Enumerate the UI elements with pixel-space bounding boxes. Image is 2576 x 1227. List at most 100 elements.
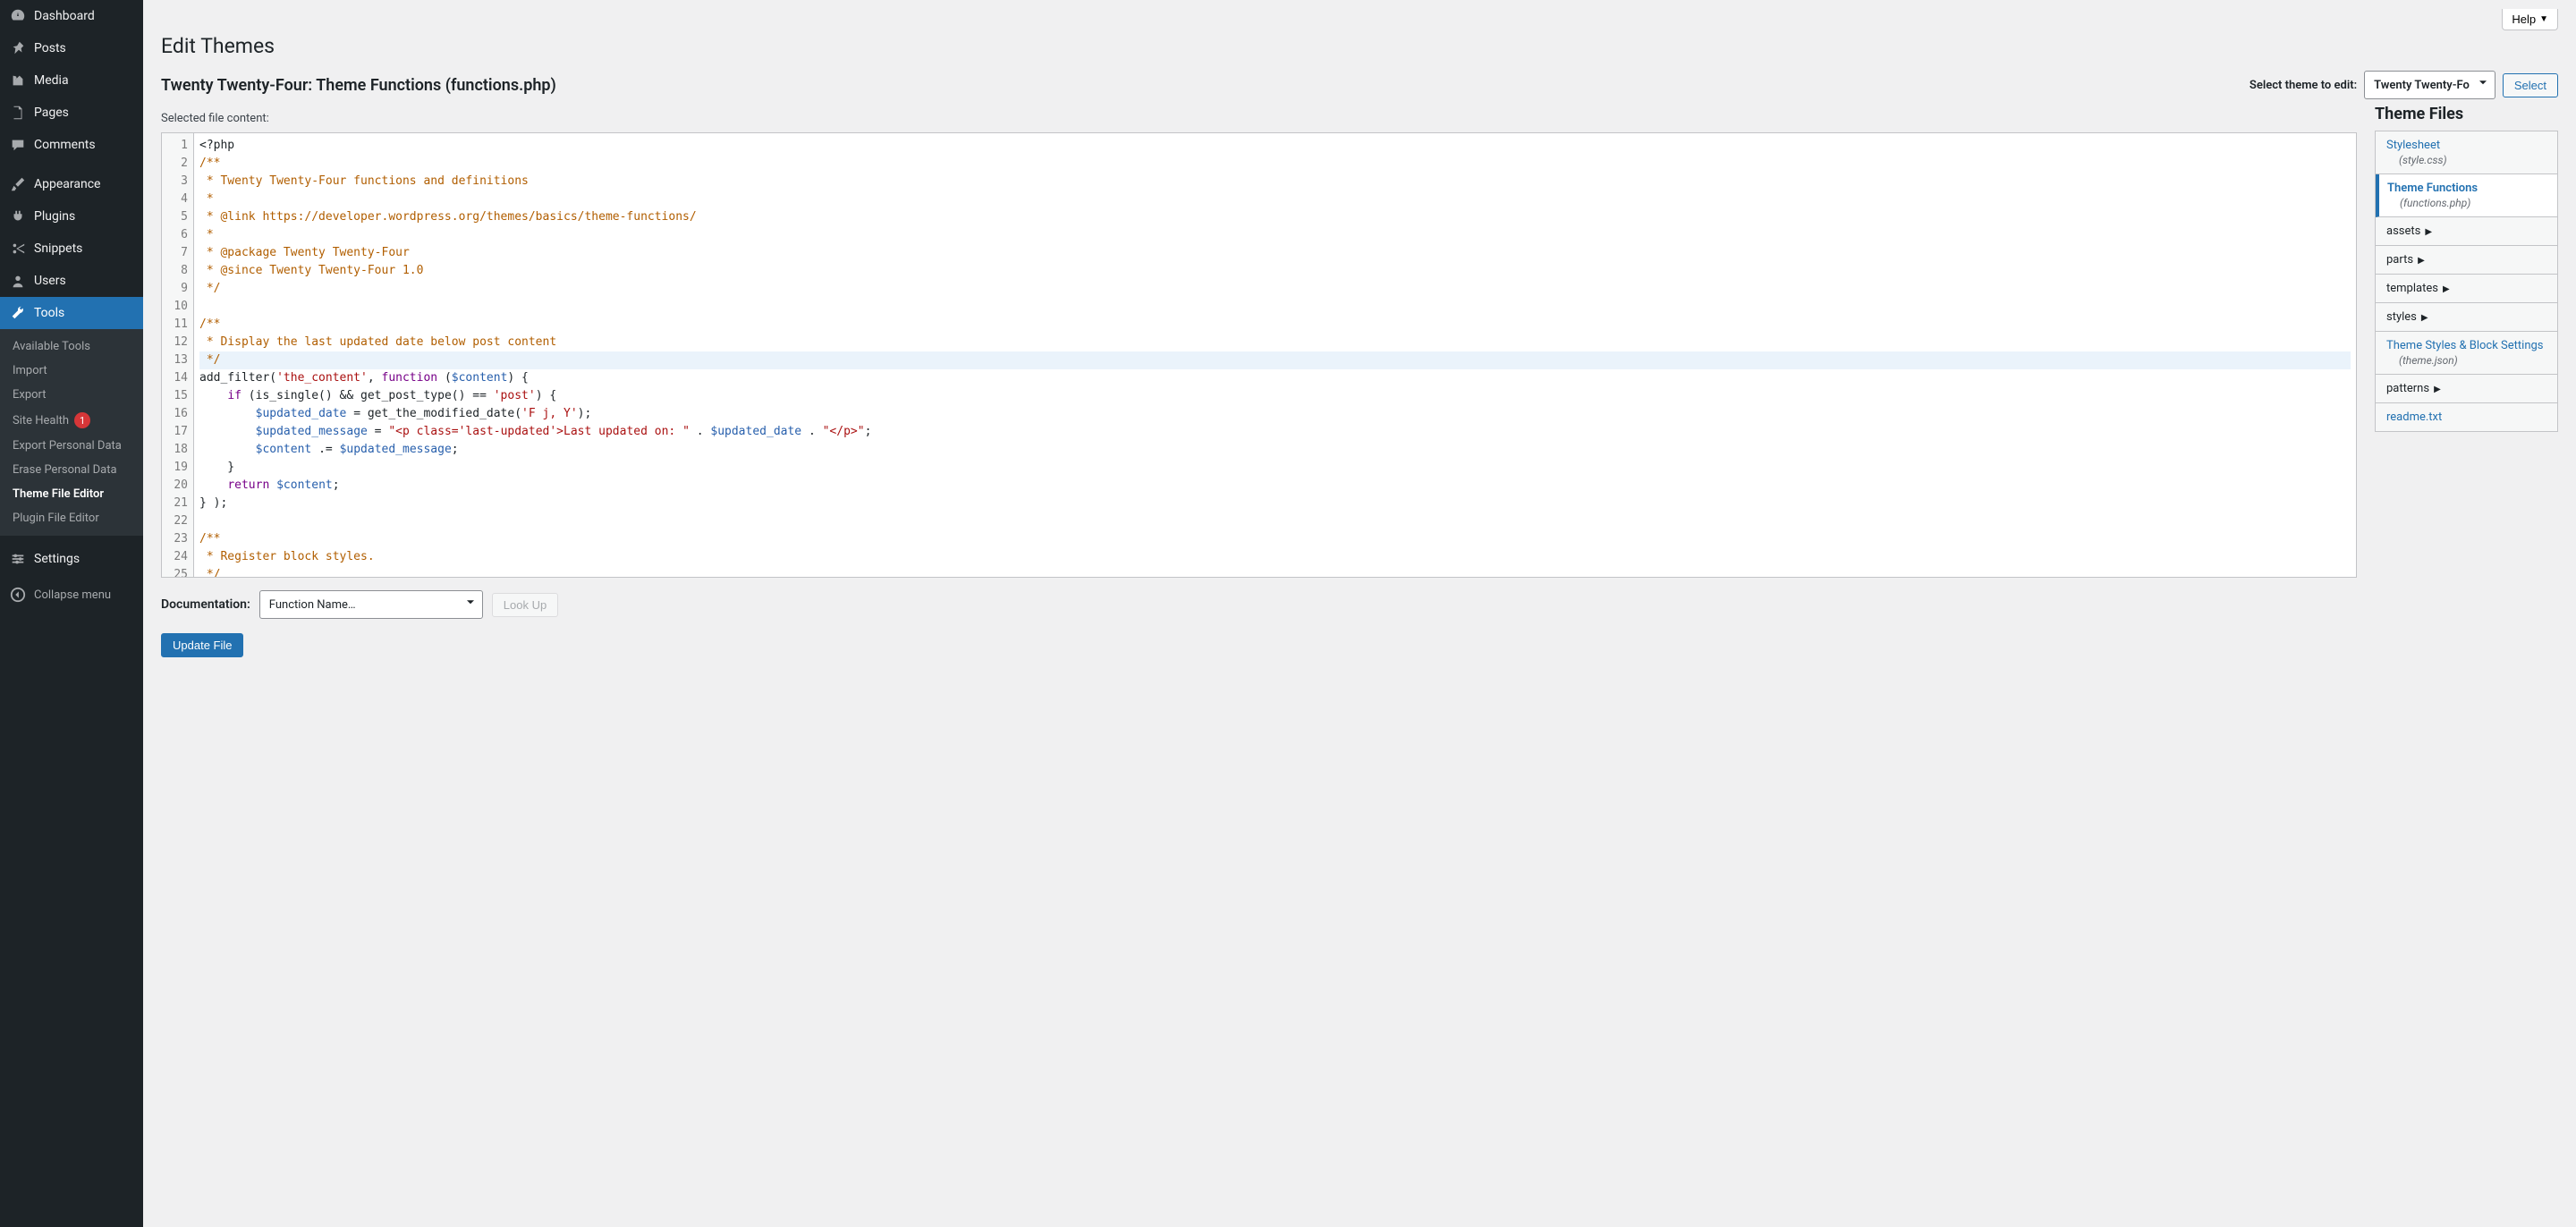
file-sublabel: (style.css): [2399, 154, 2546, 166]
submenu-label: Available Tools: [13, 340, 90, 353]
badge: 1: [74, 412, 90, 428]
theme-file-readme-txt[interactable]: readme.txt: [2376, 403, 2557, 431]
code-line[interactable]: * @package Twenty Twenty-Four: [199, 244, 2351, 262]
submenu-item-theme-file-editor[interactable]: Theme File Editor: [0, 482, 143, 506]
code-area[interactable]: <?php/** * Twenty Twenty-Four functions …: [194, 133, 2356, 577]
plug-icon: [9, 207, 27, 225]
lookup-button[interactable]: Look Up: [492, 593, 558, 617]
sidebar-item-label: Users: [34, 274, 66, 288]
update-file-button[interactable]: Update File: [161, 633, 243, 657]
theme-file-theme-functions[interactable]: Theme Functions (functions.php): [2376, 174, 2557, 217]
code-line[interactable]: * Twenty Twenty-Four functions and defin…: [199, 173, 2351, 190]
file-label: Theme Functions: [2387, 182, 2478, 195]
help-label: Help: [2512, 13, 2536, 26]
submenu-item-available-tools[interactable]: Available Tools: [0, 334, 143, 359]
code-line[interactable]: [199, 298, 2351, 316]
sidebar-item-plugins[interactable]: Plugins: [0, 200, 143, 233]
sidebar-item-comments[interactable]: Comments: [0, 129, 143, 161]
code-line[interactable]: /**: [199, 530, 2351, 548]
sliders-icon: [9, 550, 27, 568]
theme-file-stylesheet[interactable]: Stylesheet (style.css): [2376, 131, 2557, 174]
pin-icon: [9, 39, 27, 57]
submenu-item-erase-personal-data[interactable]: Erase Personal Data: [0, 458, 143, 482]
sidebar-item-label: Tools: [34, 306, 64, 320]
code-line[interactable]: * @link https://developer.wordpress.org/…: [199, 208, 2351, 226]
code-line[interactable]: /**: [199, 155, 2351, 173]
submenu-label: Plugin File Editor: [13, 512, 99, 525]
code-line[interactable]: */: [199, 351, 2351, 369]
sidebar-item-appearance[interactable]: Appearance: [0, 168, 143, 200]
code-line[interactable]: *: [199, 190, 2351, 208]
code-editor[interactable]: 1234567891011121314151617181920212223242…: [161, 132, 2357, 578]
chevron-right-icon: ▶: [2418, 256, 2425, 266]
submenu-label: Import: [13, 364, 47, 377]
chevron-right-icon: ▶: [2421, 313, 2428, 323]
code-line[interactable]: $updated_message = "<p class='last-updat…: [199, 423, 2351, 441]
code-line[interactable]: * Display the last updated date below po…: [199, 334, 2351, 351]
sidebar-item-pages[interactable]: Pages: [0, 97, 143, 129]
file-label: Stylesheet: [2386, 139, 2440, 152]
submenu-label: Erase Personal Data: [13, 463, 117, 477]
submenu-item-export-personal-data[interactable]: Export Personal Data: [0, 434, 143, 458]
comment-icon: [9, 136, 27, 154]
code-line[interactable]: /**: [199, 316, 2351, 334]
media-icon: [9, 72, 27, 89]
submenu-item-import[interactable]: Import: [0, 359, 143, 383]
sidebar-item-label: Posts: [34, 41, 66, 55]
theme-file-styles[interactable]: styles▶: [2376, 303, 2557, 332]
sidebar-item-settings[interactable]: Settings: [0, 543, 143, 575]
theme-file-patterns[interactable]: patterns▶: [2376, 375, 2557, 403]
chevron-right-icon: ▶: [2425, 227, 2432, 237]
sidebar-item-label: Appearance: [34, 177, 100, 191]
sidebar-item-users[interactable]: Users: [0, 265, 143, 297]
collapse-label: Collapse menu: [34, 588, 111, 602]
theme-select[interactable]: Twenty Twenty-Fo: [2364, 71, 2496, 99]
code-line[interactable]: }: [199, 459, 2351, 477]
sidebar-item-label: Media: [34, 73, 69, 88]
code-line[interactable]: $content .= $updated_message;: [199, 441, 2351, 459]
theme-file-parts[interactable]: parts▶: [2376, 246, 2557, 275]
code-line[interactable]: } );: [199, 495, 2351, 512]
theme-files-heading: Theme Files: [2375, 105, 2558, 123]
code-line[interactable]: [199, 512, 2351, 530]
documentation-label: Documentation:: [161, 597, 250, 612]
code-line[interactable]: */: [199, 280, 2351, 298]
help-tab-button[interactable]: Help ▼: [2502, 9, 2558, 30]
theme-file-templates[interactable]: templates▶: [2376, 275, 2557, 303]
sidebar-item-tools[interactable]: Tools: [0, 297, 143, 329]
file-label: Theme Styles & Block Settings: [2386, 339, 2544, 352]
sidebar-item-label: Plugins: [34, 209, 75, 224]
theme-file-assets[interactable]: assets▶: [2376, 217, 2557, 246]
sidebar-item-label: Pages: [34, 106, 69, 120]
submenu-label: Site Health: [13, 414, 69, 427]
collapse-menu-button[interactable]: Collapse menu: [0, 579, 143, 611]
code-line[interactable]: $updated_date = get_the_modified_date('F…: [199, 405, 2351, 423]
code-line[interactable]: *: [199, 226, 2351, 244]
code-line[interactable]: add_filter('the_content', function ($con…: [199, 369, 2351, 387]
code-line[interactable]: * Register block styles.: [199, 548, 2351, 566]
submenu-item-site-health[interactable]: Site Health 1: [0, 407, 143, 434]
admin-sidebar: Dashboard Posts Media Pages Comments Appearan…: [0, 0, 143, 1227]
main-content: Help ▼ Edit Themes Twenty Twenty-Four: T…: [143, 0, 2576, 684]
sidebar-item-snippets[interactable]: Snippets: [0, 233, 143, 265]
code-line[interactable]: return $content;: [199, 477, 2351, 495]
line-gutter: 1234567891011121314151617181920212223242…: [162, 133, 194, 577]
code-line[interactable]: <?php: [199, 137, 2351, 155]
submenu-item-plugin-file-editor[interactable]: Plugin File Editor: [0, 506, 143, 530]
file-label: readme.txt: [2386, 410, 2442, 424]
theme-file-theme-styles-block-settings[interactable]: Theme Styles & Block Settings(theme.json…: [2376, 332, 2557, 375]
select-theme-button[interactable]: Select: [2503, 73, 2558, 97]
file-heading: Twenty Twenty-Four: Theme Functions (fun…: [161, 76, 556, 95]
code-line[interactable]: if (is_single() && get_post_type() == 'p…: [199, 387, 2351, 405]
sidebar-item-label: Settings: [34, 552, 80, 566]
documentation-select[interactable]: Function Name…: [259, 590, 483, 619]
user-icon: [9, 272, 27, 290]
file-sublabel: (functions.php): [2400, 197, 2546, 209]
code-line[interactable]: * @since Twenty Twenty-Four 1.0: [199, 262, 2351, 280]
sidebar-item-media[interactable]: Media: [0, 64, 143, 97]
code-line[interactable]: */: [199, 566, 2351, 577]
submenu-item-export[interactable]: Export: [0, 383, 143, 407]
sidebar-item-posts[interactable]: Posts: [0, 32, 143, 64]
sidebar-item-dashboard[interactable]: Dashboard: [0, 0, 143, 32]
dashboard-icon: [9, 7, 27, 25]
